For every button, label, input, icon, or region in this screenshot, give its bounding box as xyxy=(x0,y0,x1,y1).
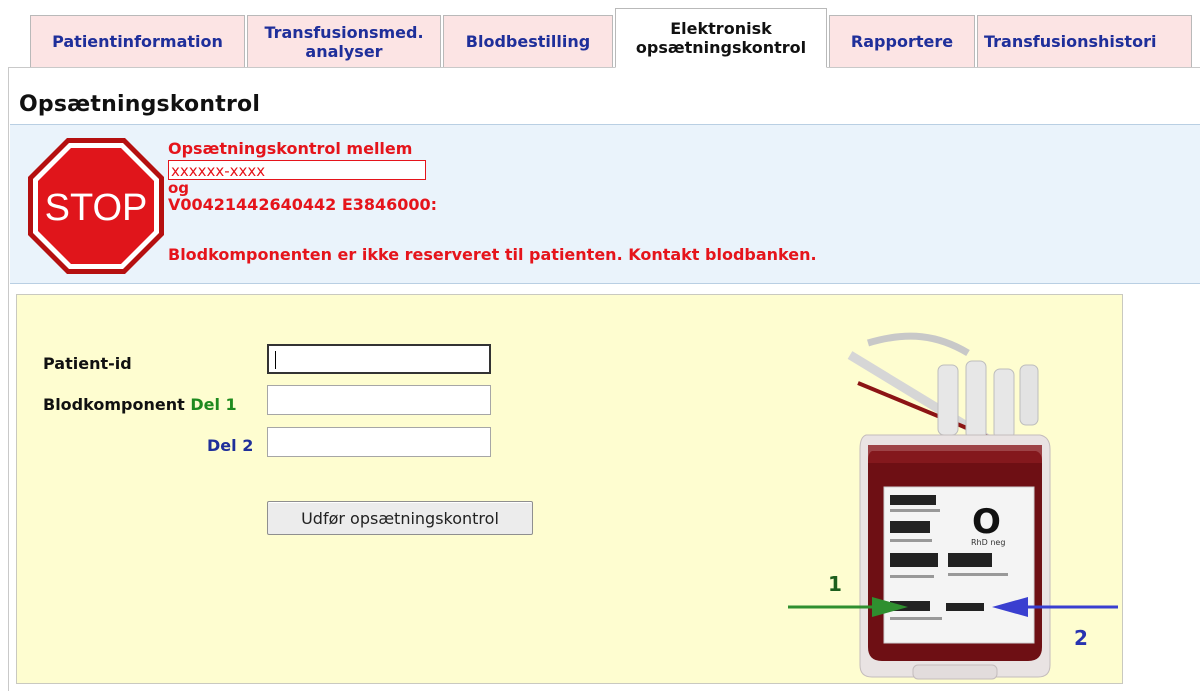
content-frame: Opsætningskontrol STOP Opsætningskontrol… xyxy=(8,67,1200,691)
blodkomponent-label: Blodkomponent Del 1 xyxy=(43,395,237,414)
alert-component-code: V00421442640442 E3846000: xyxy=(168,195,438,214)
tab-transfusionshistorik[interactable]: Transfusionshistori xyxy=(977,15,1192,67)
patient-id-input[interactable] xyxy=(267,344,491,374)
blood-group-text: O xyxy=(972,502,1001,542)
stop-text: STOP xyxy=(45,187,148,229)
alert-og: og xyxy=(168,179,190,197)
del1-label: Del 1 xyxy=(190,395,237,414)
alert-title: Opsætningskontrol mellem xyxy=(168,139,413,158)
page-title: Opsætningskontrol xyxy=(19,92,261,117)
tab-bar: Patientinformation Transfusionsmed. anal… xyxy=(30,8,1192,68)
rhd-text: RhD neg xyxy=(971,538,1005,547)
stop-sign-icon: STOP xyxy=(28,138,164,274)
del1-input[interactable] xyxy=(267,385,491,415)
tab-blodbestilling[interactable]: Blodbestilling xyxy=(443,15,613,67)
blodkomponent-text: Blodkomponent xyxy=(43,395,185,414)
arrow-1-label: 1 xyxy=(828,572,842,596)
del2-label-wrap: Del 2 xyxy=(207,436,253,455)
alert-banner: STOP Opsætningskontrol mellem xxxxxx-xxx… xyxy=(10,124,1200,284)
tab-rapportere[interactable]: Rapportere xyxy=(829,15,975,67)
alert-warning-text: Blodkomponenten er ikke reserveret til p… xyxy=(168,245,817,264)
tab-elektronisk-opsaetningskontrol[interactable]: Elektronisk opsætningskontrol xyxy=(615,8,827,68)
arrow-2-label: 2 xyxy=(1074,626,1088,650)
tab-patientinformation[interactable]: Patientinformation xyxy=(30,15,245,67)
del2-label: Del 2 xyxy=(207,436,254,455)
blood-bag-image: O RhD neg 1 2 xyxy=(788,332,1118,680)
del2-input[interactable] xyxy=(267,427,491,457)
control-form-panel: Patient-id Blodkomponent Del 1 Del 2 Udf… xyxy=(16,294,1123,684)
text-caret xyxy=(275,351,276,369)
alert-patient-id: xxxxxx-xxxx xyxy=(168,160,426,180)
udfoer-opsaetningskontrol-button[interactable]: Udfør opsætningskontrol xyxy=(267,501,533,535)
tab-transfusionsmed-analyser[interactable]: Transfusionsmed. analyser xyxy=(247,15,441,67)
patient-id-label: Patient-id xyxy=(43,354,132,373)
